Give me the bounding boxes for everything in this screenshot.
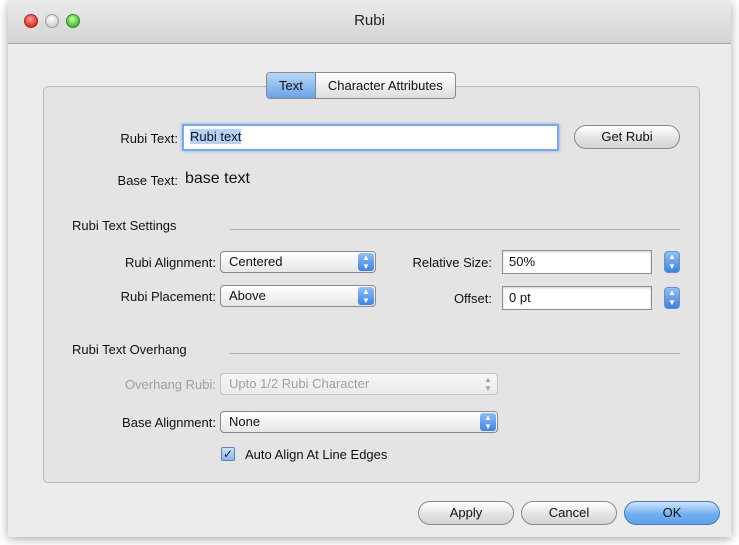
window-title: Rubi: [354, 12, 385, 29]
updown-arrows-icon: ▲ ▼: [358, 287, 374, 305]
auto-align-checkbox[interactable]: ✓: [221, 447, 235, 461]
overhang-rubi-popup: Upto 1/2 Rubi Character ▲ ▼: [220, 373, 498, 395]
base-text-label: Base Text:: [117, 173, 178, 188]
offset-label: Offset:: [453, 291, 492, 306]
offset-input[interactable]: 0 pt: [502, 286, 652, 310]
relative-size-stepper-icon[interactable]: ▲ ▼: [664, 251, 680, 273]
tab-character-attributes[interactable]: Character Attributes: [316, 73, 455, 98]
rubi-text-label: Rubi Text:: [120, 131, 178, 146]
get-rubi-button[interactable]: Get Rubi: [574, 125, 680, 149]
ok-button[interactable]: OK: [624, 501, 720, 525]
tab-bar: Text Character Attributes: [266, 72, 456, 99]
updown-arrows-icon: ▲ ▼: [480, 413, 496, 431]
base-alignment-label: Base Alignment:: [122, 415, 216, 430]
tab-text[interactable]: Text: [267, 73, 316, 98]
offset-stepper-icon[interactable]: ▲ ▼: [664, 287, 680, 309]
rubi-alignment-value: Centered: [229, 254, 283, 269]
overhang-rubi-label: Overhang Rubi:: [124, 377, 216, 392]
settings-separator: [230, 229, 680, 230]
rubi-alignment-label: Rubi Alignment:: [124, 255, 216, 270]
offset-value: 0 pt: [509, 290, 531, 305]
relative-size-label: Relative Size:: [412, 255, 492, 270]
rubi-placement-value: Above: [229, 288, 266, 303]
cancel-button[interactable]: Cancel: [521, 501, 617, 525]
rubi-text-value: Rubi text: [190, 129, 242, 144]
rubi-dialog-window: Rubi Text Character Attributes Rubi Text…: [8, 0, 731, 537]
base-alignment-popup[interactable]: None ▲ ▼: [220, 411, 498, 433]
settings-heading: Rubi Text Settings: [72, 218, 177, 233]
relative-size-value: 50%: [509, 254, 536, 269]
base-text-value: base text: [185, 170, 250, 187]
rubi-placement-popup[interactable]: Above ▲ ▼: [220, 285, 376, 307]
rubi-placement-label: Rubi Placement:: [120, 289, 216, 304]
rubi-text-input[interactable]: Rubi text: [182, 124, 559, 151]
title-bar: Rubi: [8, 0, 731, 44]
auto-align-label[interactable]: Auto Align At Line Edges: [245, 447, 387, 462]
base-alignment-value: None: [229, 414, 261, 429]
overhang-separator: [230, 353, 680, 354]
overhang-heading: Rubi Text Overhang: [72, 342, 187, 357]
updown-arrows-icon: ▲ ▼: [358, 253, 374, 271]
relative-size-input[interactable]: 50%: [502, 250, 652, 274]
updown-arrows-icon: ▲ ▼: [484, 375, 492, 393]
rubi-alignment-popup[interactable]: Centered ▲ ▼: [220, 251, 376, 273]
apply-button[interactable]: Apply: [418, 501, 514, 525]
overhang-rubi-value: Upto 1/2 Rubi Character: [229, 376, 370, 391]
